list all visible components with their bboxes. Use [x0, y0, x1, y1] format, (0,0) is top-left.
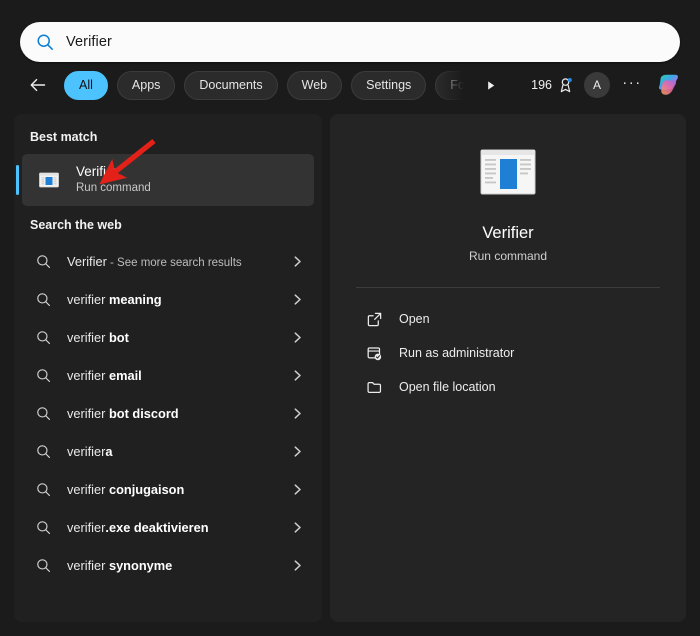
chevron-right-icon [291, 521, 304, 534]
tab-all[interactable]: All [64, 71, 108, 100]
search-input[interactable]: Verifier [20, 22, 680, 62]
best-match-text: Verifier Run command [76, 164, 151, 196]
best-match-heading: Best match [14, 124, 322, 154]
web-result-label: verifier bot discord [67, 406, 179, 421]
results-body: Best match [0, 108, 700, 636]
chevron-right-icon [291, 369, 304, 382]
search-icon [36, 368, 51, 383]
tab-settings[interactable]: Settings [351, 71, 426, 100]
selection-accent-bar [16, 165, 19, 195]
chevron-right-icon [291, 445, 304, 458]
account-initial: A [593, 78, 601, 92]
verifier-large-icon [479, 148, 537, 200]
more-options-button[interactable]: ··· [620, 73, 644, 97]
web-result-item[interactable]: verifier.exe deaktivieren [22, 508, 314, 546]
preview-header: Verifier Run command [352, 136, 664, 263]
folder-icon [366, 379, 383, 396]
search-icon [36, 444, 51, 459]
windows-search-flyout: Verifier All Apps Documents Web Settings… [0, 0, 700, 636]
search-icon [36, 558, 51, 573]
web-result-label: verifier conjugaison [67, 482, 184, 497]
search-icon [36, 406, 51, 421]
chevron-right-icon [291, 407, 304, 420]
action-label: Run as administrator [399, 346, 514, 360]
web-result-label: verifier synonyme [67, 558, 172, 573]
best-match-result-verifier[interactable]: Verifier Run command [22, 154, 314, 206]
rewards-count: 196 [531, 78, 552, 92]
filter-tabs: All Apps Documents Web Settings Folders … [64, 71, 464, 100]
search-icon [36, 482, 51, 497]
search-icon [36, 254, 51, 269]
chevron-right-icon [291, 293, 304, 306]
chevron-right-icon [291, 559, 304, 572]
web-result-item[interactable]: Verifier - See more search results [22, 242, 314, 280]
tab-web[interactable]: Web [287, 71, 342, 100]
more-tabs-chevron-icon[interactable] [477, 72, 503, 98]
tab-apps[interactable]: Apps [117, 71, 176, 100]
filter-tab-bar: All Apps Documents Web Settings Folders … [0, 62, 700, 108]
tab-bar-actions: 196 A ··· [531, 71, 686, 99]
tab-documents[interactable]: Documents [184, 71, 277, 100]
search-icon [36, 292, 51, 307]
chevron-right-icon [291, 483, 304, 496]
web-result-item[interactable]: verifier bot [22, 318, 314, 356]
search-input-value: Verifier [66, 34, 112, 50]
chevron-right-icon [291, 255, 304, 268]
web-result-item[interactable]: verifier bot discord [22, 394, 314, 432]
web-result-item[interactable]: verifier email [22, 356, 314, 394]
run-as-admin-icon [366, 345, 383, 362]
verifier-app-icon [36, 167, 62, 193]
preview-pane: Verifier Run command Open [330, 114, 686, 622]
best-match-subtitle: Run command [76, 181, 151, 197]
best-match-title: Verifier [76, 164, 151, 181]
action-run-as-administrator[interactable]: Run as administrator [358, 336, 658, 370]
action-open-file-location[interactable]: Open file location [358, 370, 658, 404]
back-arrow-icon[interactable] [28, 75, 48, 95]
preview-subtitle: Run command [469, 249, 547, 263]
search-icon [36, 520, 51, 535]
web-results-list: Verifier - See more search results [14, 242, 322, 584]
chevron-right-icon [291, 331, 304, 344]
web-result-item[interactable]: verifier synonyme [22, 546, 314, 584]
web-result-label: verifier meaning [67, 292, 162, 307]
web-result-label: verifier email [67, 368, 142, 383]
search-bar-container: Verifier [0, 0, 700, 62]
account-avatar[interactable]: A [584, 72, 610, 98]
tab-folders[interactable]: Folders [435, 71, 464, 100]
web-result-item[interactable]: verifiera [22, 432, 314, 470]
preview-title: Verifier [482, 224, 533, 243]
web-result-label: verifier bot [67, 330, 129, 345]
web-result-label: verifiera [67, 444, 113, 459]
search-icon [36, 33, 54, 51]
web-result-label: Verifier - See more search results [67, 254, 242, 269]
search-the-web-heading: Search the web [14, 206, 322, 242]
web-result-label: verifier.exe deaktivieren [67, 520, 209, 535]
action-open[interactable]: Open [358, 302, 658, 336]
web-result-item[interactable]: verifier conjugaison [22, 470, 314, 508]
search-icon [36, 330, 51, 345]
action-label: Open file location [399, 380, 496, 394]
preview-actions: Open Run as administrator [352, 288, 664, 404]
rewards-medal-icon [557, 77, 574, 94]
web-result-item[interactable]: verifier meaning [22, 280, 314, 318]
results-list-pane: Best match [14, 114, 322, 622]
copilot-icon[interactable] [654, 71, 682, 99]
action-label: Open [399, 312, 430, 326]
rewards-badge[interactable]: 196 [531, 77, 574, 94]
open-external-icon [366, 311, 383, 328]
